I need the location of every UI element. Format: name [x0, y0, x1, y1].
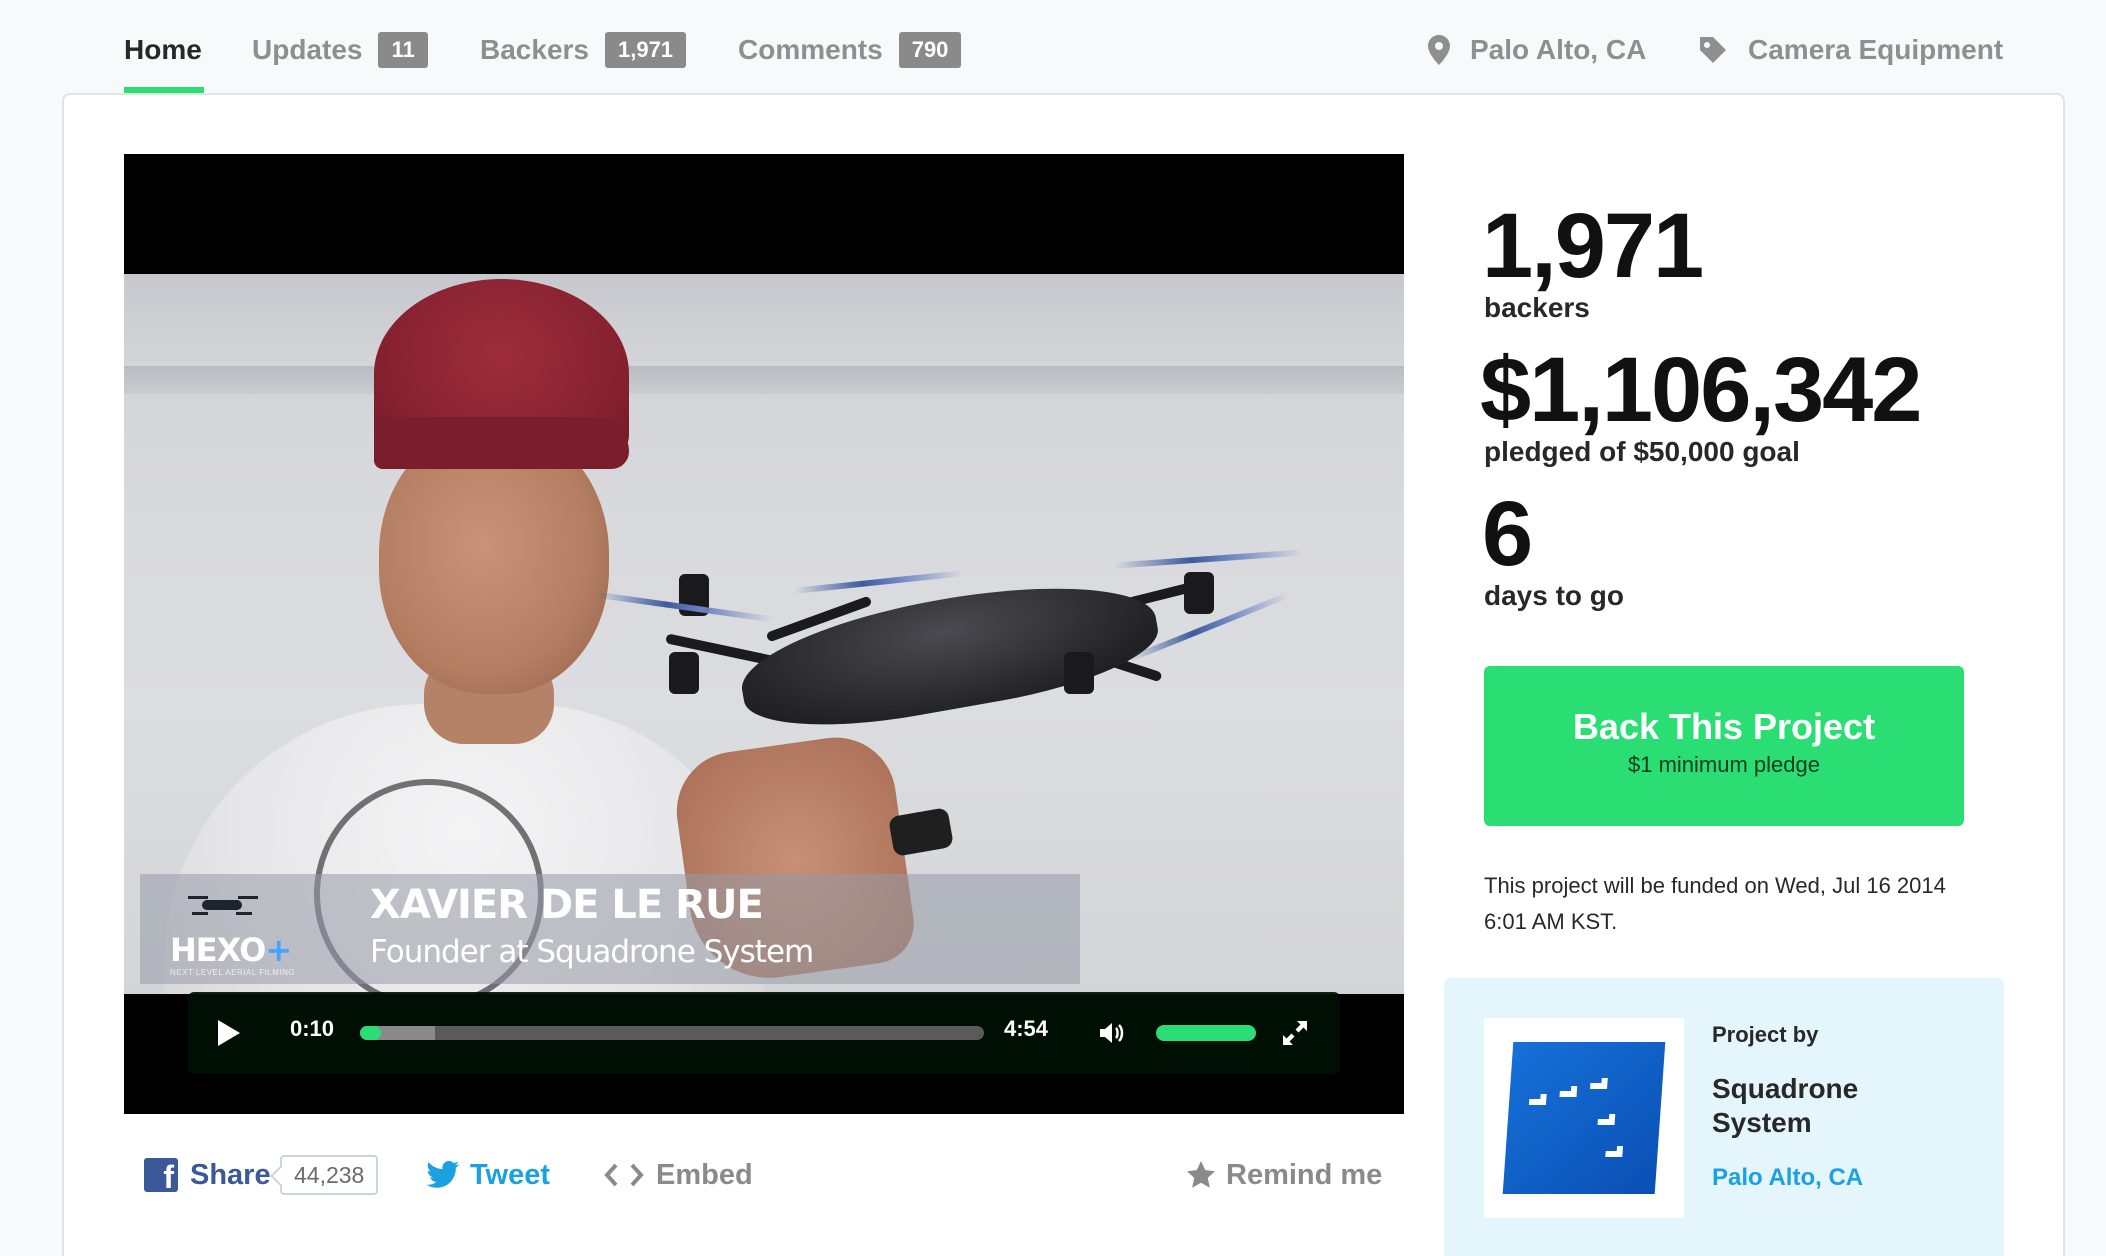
back-button-subtitle: $1 minimum pledge: [1628, 752, 1820, 777]
embed-button[interactable]: Embed: [604, 1150, 753, 1200]
drone-logo-icon: [188, 896, 258, 915]
funding-date-note: This project will be funded on Wed, Jul …: [1484, 873, 1946, 934]
star-icon: [1187, 1161, 1215, 1188]
tab-updates[interactable]: Updates 11: [252, 30, 428, 70]
drone-motor: [1064, 652, 1094, 694]
project-by-label: Project by: [1712, 1022, 1819, 1047]
share-count-bubble: 44,238: [280, 1155, 379, 1195]
tab-label: Home: [124, 34, 202, 65]
squadrone-logo-marks: [1528, 1078, 1624, 1157]
share-label: Share: [190, 1158, 271, 1191]
comments-count-badge: 790: [898, 32, 962, 68]
tab-home[interactable]: Home: [124, 30, 202, 70]
video-frame: HEXO+ NEXT LEVEL AERIAL FILMING XAVIER D…: [124, 274, 1404, 994]
project-location-link[interactable]: Palo Alto, CA: [1428, 30, 1646, 70]
embed-label: Embed: [656, 1158, 753, 1191]
tweet-button[interactable]: Tweet: [426, 1150, 550, 1200]
updates-count-badge: 11: [378, 32, 428, 68]
back-this-project-button[interactable]: Back This Project $1 minimum pledge: [1484, 666, 1964, 826]
drone-propeller: [1114, 549, 1304, 569]
progress-bar[interactable]: [360, 1026, 984, 1040]
squadrone-logo: [1502, 1042, 1666, 1194]
drone-motor: [669, 652, 699, 694]
map-pin-icon: [1428, 35, 1450, 65]
video-player[interactable]: HEXO+ NEXT LEVEL AERIAL FILMING XAVIER D…: [124, 154, 1404, 1114]
facebook-icon: f: [144, 1158, 178, 1192]
share-row: f Share 44,238 Tweet Embed Remind me: [124, 1150, 1404, 1200]
current-time: 0:10: [290, 1016, 335, 1041]
video-lower-third: HEXO+ NEXT LEVEL AERIAL FILMING XAVIER D…: [140, 874, 1080, 984]
volume-icon[interactable]: [1098, 1019, 1126, 1047]
person-beanie: [374, 279, 629, 469]
tab-comments[interactable]: Comments 790: [738, 30, 962, 70]
creator-name-link[interactable]: Squadrone System: [1712, 1072, 1932, 1140]
drone-motor: [1184, 572, 1214, 614]
days-label: days to go: [1484, 580, 1625, 611]
tweet-label: Tweet: [470, 1158, 551, 1191]
tab-label: Updates: [252, 34, 363, 65]
pledged-label: pledged of $50,000 goal: [1484, 436, 1800, 467]
fullscreen-icon[interactable]: [1280, 1018, 1310, 1048]
tab-label: Comments: [738, 34, 883, 65]
speaker-role: Founder at Squadrone System: [370, 934, 814, 970]
project-category-link[interactable]: Camera Equipment: [1698, 30, 2003, 70]
volume-slider[interactable]: [1156, 1025, 1256, 1041]
project-nav: Home Updates 11 Backers 1,971 Comments 7…: [0, 0, 2106, 95]
backers-count-badge: 1,971: [604, 32, 687, 68]
backers-count: 1,971: [1482, 195, 1704, 297]
tab-label: Backers: [480, 34, 589, 65]
speaker-name: XAVIER DE LE RUE: [370, 882, 764, 928]
code-icon: [604, 1163, 644, 1187]
progress-played: [360, 1026, 382, 1040]
category-text: Camera Equipment: [1748, 34, 2004, 65]
remind-label: Remind me: [1226, 1158, 1383, 1191]
pledged-amount: $1,106,342: [1480, 339, 1922, 441]
facebook-share-button[interactable]: f Share 44,238: [144, 1150, 379, 1200]
location-text: Palo Alto, CA: [1470, 34, 1647, 65]
twitter-icon: [426, 1161, 460, 1188]
remind-me-button[interactable]: Remind me: [1186, 1150, 1382, 1200]
hexo-logo: HEXO+ NEXT LEVEL AERIAL FILMING: [170, 886, 320, 977]
logo-tagline: NEXT LEVEL AERIAL FILMING: [170, 968, 296, 977]
creator-location-link[interactable]: Palo Alto, CA: [1712, 1164, 1863, 1192]
creator-card: Project by Squadrone System Palo Alto, C…: [1444, 978, 2004, 1256]
drone-propeller: [794, 570, 964, 594]
logo-wordmark: HEXO+: [170, 931, 292, 969]
creator-avatar[interactable]: [1484, 1018, 1684, 1218]
days-remaining: 6: [1482, 483, 1533, 585]
back-button-title: Back This Project: [1572, 706, 1876, 747]
backers-label: backers: [1484, 292, 1590, 323]
tag-icon: [1700, 37, 1726, 63]
video-controls: 0:10 4:54: [188, 992, 1340, 1074]
distant-hills: [124, 366, 1404, 394]
total-time: 4:54: [1004, 1016, 1049, 1041]
play-icon[interactable]: [214, 1018, 244, 1048]
tab-backers[interactable]: Backers 1,971: [480, 30, 687, 70]
